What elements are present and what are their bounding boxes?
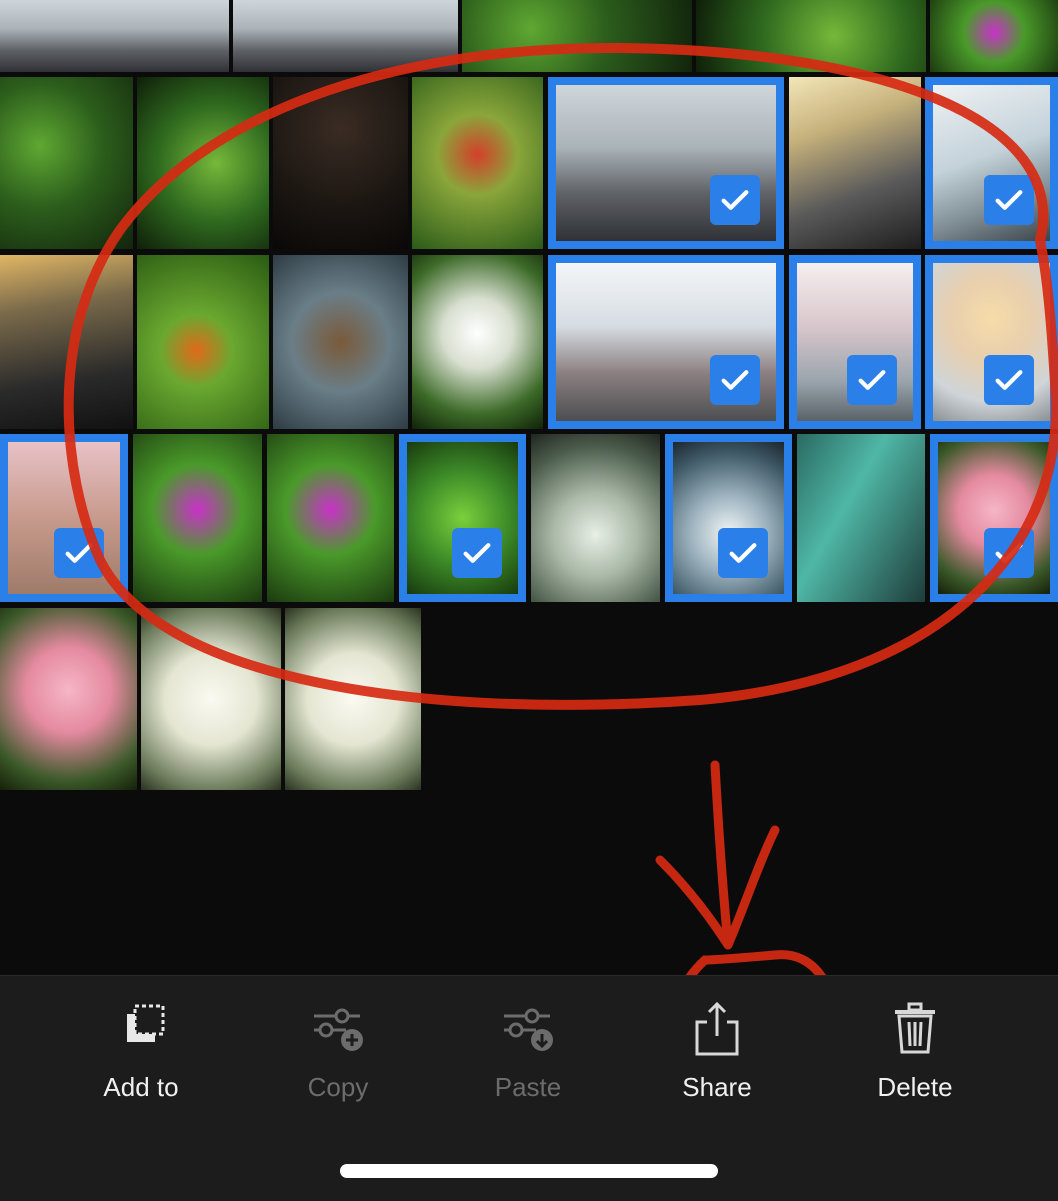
checkmark-icon bbox=[710, 355, 760, 405]
share-label: Share bbox=[682, 1072, 752, 1102]
paste-button[interactable]: Paste bbox=[448, 996, 608, 1103]
photo-thumbnail[interactable] bbox=[930, 0, 1058, 72]
photo-thumbnail[interactable] bbox=[233, 0, 458, 72]
photo-thumbnail[interactable] bbox=[0, 77, 133, 249]
photo-thumbnail[interactable] bbox=[789, 77, 921, 249]
copy-settings-icon bbox=[314, 1008, 363, 1051]
checkmark-icon bbox=[710, 175, 760, 225]
photo-thumbnail[interactable] bbox=[141, 608, 281, 790]
photo-thumbnail[interactable] bbox=[696, 0, 926, 72]
photo-thumbnail[interactable] bbox=[412, 77, 543, 249]
photo-thumbnail[interactable] bbox=[797, 434, 925, 602]
checkmark-icon bbox=[984, 175, 1034, 225]
copy-label: Copy bbox=[307, 1072, 369, 1102]
photo-thumbnail[interactable] bbox=[0, 608, 137, 790]
photo-thumbnail[interactable] bbox=[273, 77, 408, 249]
photo-thumbnail[interactable] bbox=[133, 434, 262, 602]
checkmark-icon bbox=[847, 355, 897, 405]
photo-thumbnail-selected[interactable] bbox=[399, 434, 526, 602]
photo-thumbnail[interactable] bbox=[285, 608, 421, 790]
photo-thumbnail-selected[interactable] bbox=[0, 434, 128, 602]
photo-thumbnail-selected[interactable] bbox=[548, 77, 784, 249]
photo-thumbnail[interactable] bbox=[273, 255, 408, 429]
photo-thumbnail[interactable] bbox=[0, 0, 229, 72]
photo-thumbnail-selected[interactable] bbox=[548, 255, 784, 429]
delete-label: Delete bbox=[877, 1072, 953, 1102]
share-icon bbox=[695, 1001, 739, 1056]
photo-thumbnail[interactable] bbox=[531, 434, 660, 602]
paste-label: Paste bbox=[494, 1072, 562, 1102]
home-indicator[interactable] bbox=[340, 1164, 718, 1178]
add-to-label: Add to bbox=[103, 1072, 179, 1102]
photo-thumbnail-selected[interactable] bbox=[925, 77, 1058, 249]
photo-thumbnail-selected[interactable] bbox=[665, 434, 792, 602]
add-to-button[interactable]: Add to bbox=[61, 996, 221, 1103]
photo-thumbnail[interactable] bbox=[412, 255, 543, 429]
paste-settings-icon bbox=[504, 1008, 553, 1051]
copy-button[interactable]: Copy bbox=[258, 996, 418, 1103]
photo-thumbnail-selected[interactable] bbox=[930, 434, 1058, 602]
photo-thumbnail[interactable] bbox=[137, 255, 269, 429]
photo-thumbnail[interactable] bbox=[267, 434, 394, 602]
checkmark-icon bbox=[54, 528, 104, 578]
trash-icon bbox=[895, 1002, 935, 1054]
photo-thumbnail[interactable] bbox=[462, 0, 692, 72]
photo-thumbnail[interactable] bbox=[137, 77, 269, 249]
photo-grid bbox=[0, 0, 1058, 975]
add-to-collection-icon bbox=[127, 1004, 165, 1042]
photo-thumbnail[interactable] bbox=[0, 255, 133, 429]
photo-thumbnail-selected[interactable] bbox=[925, 255, 1058, 429]
checkmark-icon bbox=[718, 528, 768, 578]
checkmark-icon bbox=[452, 528, 502, 578]
checkmark-icon bbox=[984, 355, 1034, 405]
photo-thumbnail-selected[interactable] bbox=[789, 255, 921, 429]
checkmark-icon bbox=[984, 528, 1034, 578]
delete-button[interactable]: Delete bbox=[835, 996, 995, 1103]
share-button[interactable]: Share bbox=[637, 996, 797, 1103]
